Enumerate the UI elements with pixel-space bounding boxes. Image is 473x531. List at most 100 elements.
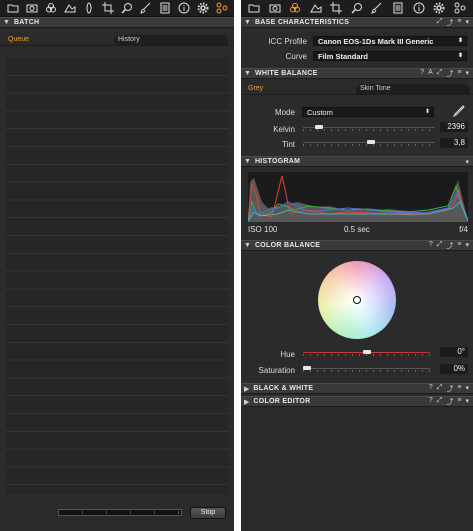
collapse-triangle-icon[interactable]: ▼ xyxy=(244,70,251,77)
copy-icon[interactable]: ⤴ xyxy=(446,397,453,407)
black-white-header[interactable]: ▶ BLACK & WHITE ? ⤢ ⤴ ≡ ▾ xyxy=(241,383,473,394)
info-icon[interactable] xyxy=(411,2,426,15)
help-icon[interactable]: ? xyxy=(429,241,433,251)
curve-select[interactable]: Film Standard ⬍ xyxy=(313,51,467,61)
search-icon[interactable] xyxy=(119,2,134,15)
saturation-value[interactable]: 0% xyxy=(440,364,468,374)
batch-section-header[interactable]: ▼ BATCH xyxy=(0,17,234,28)
folder-icon[interactable] xyxy=(5,2,20,15)
slider-knob[interactable] xyxy=(367,140,375,144)
kelvin-value[interactable]: 2396 xyxy=(440,122,468,132)
copy-icon[interactable]: ⤴ xyxy=(446,69,453,79)
menu-icon[interactable]: ≡ xyxy=(457,18,461,28)
info-icon[interactable] xyxy=(176,2,191,15)
tint-slider[interactable] xyxy=(303,138,435,147)
help-icon[interactable]: ? xyxy=(420,69,424,79)
menu-icon[interactable]: ≡ xyxy=(457,69,461,79)
help-icon[interactable]: ? xyxy=(429,384,433,394)
progress-segments xyxy=(59,511,181,514)
crop-icon[interactable] xyxy=(329,2,344,15)
gear-icon[interactable] xyxy=(195,2,210,15)
slider-knob[interactable] xyxy=(315,125,323,129)
queue-list[interactable] xyxy=(6,58,228,494)
brush-icon[interactable] xyxy=(370,2,385,15)
help-icon[interactable]: ? xyxy=(429,397,433,407)
menu-icon[interactable]: ≡ xyxy=(457,397,461,407)
color-wheel[interactable] xyxy=(318,261,396,339)
camera-icon[interactable] xyxy=(24,2,39,15)
metadata-icon[interactable] xyxy=(157,2,172,15)
lens-icon[interactable] xyxy=(81,2,96,15)
slider-knob[interactable] xyxy=(303,366,311,370)
folder-icon[interactable] xyxy=(247,2,262,15)
copy-icon[interactable]: ⤴ xyxy=(446,384,453,394)
auto-icon[interactable]: A xyxy=(428,69,433,79)
tool-tabs-toolbar xyxy=(241,0,473,17)
brush-icon[interactable] xyxy=(138,2,153,15)
histogram-header[interactable]: ▼ HISTOGRAM ▾ xyxy=(241,156,473,167)
collapse-arrow-icon[interactable]: ▾ xyxy=(465,69,469,79)
exposure-icon[interactable] xyxy=(62,2,77,15)
menu-icon[interactable]: ≡ xyxy=(457,384,461,394)
stop-button[interactable]: Stop xyxy=(190,507,226,519)
color-editor-header[interactable]: ▶ COLOR EDITOR ? ⤢ ⤴ ≡ ▾ xyxy=(241,396,473,407)
color-balance-header[interactable]: ▼ COLOR BALANCE ? ⤢ ⤴ ≡ ▾ xyxy=(241,240,473,251)
saturation-slider[interactable] xyxy=(303,364,430,373)
color-wheel-picker[interactable] xyxy=(353,296,361,304)
collapse-arrow-icon[interactable]: ▾ xyxy=(465,397,469,407)
histogram-curves xyxy=(247,175,469,222)
expand-triangle-icon[interactable]: ▶ xyxy=(244,398,249,406)
white-balance-header[interactable]: ▼ WHITE BALANCE ? A ⤢ ⤴ ≡ ▾ xyxy=(241,68,473,79)
slider-ticks xyxy=(303,354,430,356)
reset-icon[interactable]: ⤢ xyxy=(437,69,443,79)
copy-icon[interactable]: ⤴ xyxy=(446,241,453,251)
section-title: HISTOGRAM xyxy=(254,158,301,165)
tab-queue[interactable]: Queue xyxy=(4,35,114,45)
histogram-shutter: 0.5 sec xyxy=(344,225,370,234)
kelvin-slider[interactable] xyxy=(303,123,435,132)
expand-triangle-icon[interactable]: ▶ xyxy=(244,385,249,393)
select-arrows-icon: ⬍ xyxy=(424,109,430,115)
select-arrows-icon: ⬍ xyxy=(457,38,463,44)
collapse-triangle-icon[interactable]: ▼ xyxy=(244,19,251,26)
icc-profile-select[interactable]: Canon EOS-1Ds Mark III Generic ⬍ xyxy=(313,36,467,46)
eyedropper-icon[interactable] xyxy=(452,105,465,118)
copy-icon[interactable]: ⤴ xyxy=(446,18,453,28)
color-circles-icon[interactable] xyxy=(43,2,58,15)
hue-value[interactable]: 0° xyxy=(440,347,468,357)
exposure-icon[interactable] xyxy=(308,2,323,15)
metadata-icon[interactable] xyxy=(390,2,405,15)
tint-value[interactable]: 3,8 xyxy=(440,138,468,148)
tab-history[interactable]: History xyxy=(114,35,228,45)
hue-slider[interactable] xyxy=(303,348,430,357)
collapse-triangle-icon[interactable]: ▼ xyxy=(3,19,10,26)
tab-skin-tone[interactable]: Skin Tone xyxy=(356,84,470,94)
collapse-arrow-icon[interactable]: ▾ xyxy=(465,158,469,166)
collapse-triangle-icon[interactable]: ▼ xyxy=(244,158,251,165)
base-characteristics-header[interactable]: ▼ BASE CHARACTERISTICS ⤢ ⤴ ≡ ▾ xyxy=(241,17,473,28)
reset-icon[interactable]: ⤢ xyxy=(437,241,443,251)
gear-icon[interactable] xyxy=(432,2,447,15)
color-circles-icon[interactable] xyxy=(288,2,303,15)
reset-icon[interactable]: ⤢ xyxy=(437,18,443,28)
histogram-iso: ISO 100 xyxy=(248,225,278,234)
crop-icon[interactable] xyxy=(100,2,115,15)
collapse-arrow-icon[interactable]: ▾ xyxy=(465,18,469,28)
menu-icon[interactable]: ≡ xyxy=(457,241,461,251)
tool-tabs-toolbar xyxy=(0,0,234,17)
batch-icon[interactable] xyxy=(214,2,229,15)
collapse-arrow-icon[interactable]: ▾ xyxy=(465,241,469,251)
batch-icon[interactable] xyxy=(452,2,467,15)
mode-select[interactable]: Custom ⬍ xyxy=(302,107,434,117)
tab-grey[interactable]: Grey xyxy=(244,84,356,94)
hue-label: Hue xyxy=(280,350,295,359)
curve-label: Curve xyxy=(285,52,307,61)
collapse-triangle-icon[interactable]: ▼ xyxy=(244,242,251,249)
collapse-arrow-icon[interactable]: ▾ xyxy=(465,384,469,394)
reset-icon[interactable]: ⤢ xyxy=(437,384,443,394)
slider-knob[interactable] xyxy=(363,350,371,354)
search-icon[interactable] xyxy=(349,2,364,15)
camera-icon[interactable] xyxy=(267,2,282,15)
section-title: WHITE BALANCE xyxy=(254,70,318,77)
reset-icon[interactable]: ⤢ xyxy=(437,397,443,407)
